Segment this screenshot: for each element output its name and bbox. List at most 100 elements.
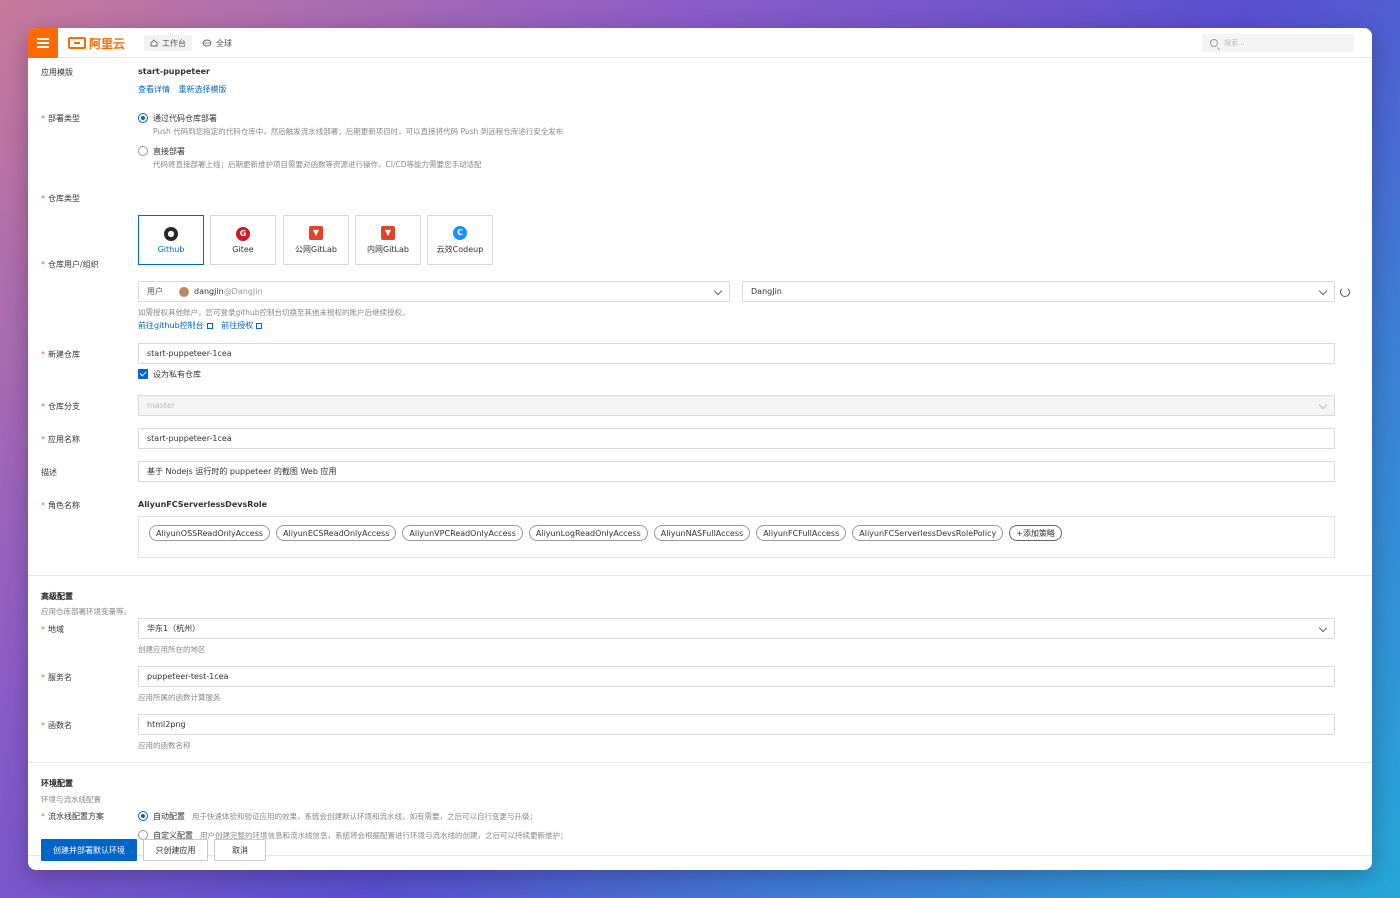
form-content: 应用模版 start-puppeteer 查看详情 重新选择模版 部署类型 通过… bbox=[28, 59, 1372, 870]
reselect-template-link[interactable]: 重新选择模版 bbox=[179, 85, 227, 94]
pipeline-label: 流水线配置方案 bbox=[41, 811, 104, 822]
gitlab-icon: ▼ bbox=[309, 225, 323, 240]
goto-authorize-text: 前往授权 bbox=[221, 321, 254, 330]
policy-tag[interactable]: AliyunECSReadOnlyAccess bbox=[276, 525, 397, 541]
private-repo-label: 设为私有仓库 bbox=[153, 370, 201, 379]
repo-user-select[interactable]: 用户 dangjin @DangJin bbox=[138, 281, 730, 302]
github-icon: ● bbox=[164, 226, 178, 241]
auto-config-desc: 用于快速体验和验证应用的效果，系统会创建默认环境和流水线，如有需要，之后可以自行… bbox=[192, 812, 537, 821]
function-value: html2png bbox=[147, 720, 186, 729]
policy-tag[interactable]: AliyunNASFullAccess bbox=[653, 525, 751, 541]
app-name-value: start-puppeteer-1cea bbox=[147, 434, 232, 443]
role-label: 角色名称 bbox=[41, 500, 80, 511]
repo-github-card[interactable]: ● Github bbox=[138, 215, 204, 265]
template-links: 查看详情 重新选择模版 bbox=[138, 84, 233, 95]
repo-org-select[interactable]: DangJin bbox=[742, 281, 1335, 302]
region-select[interactable]: 华东1（杭州） bbox=[138, 618, 1335, 639]
repo-github-label: Github bbox=[157, 244, 185, 254]
external-link-icon bbox=[256, 322, 263, 329]
create-only-button[interactable]: 只创建应用 bbox=[143, 839, 208, 861]
chevron-down-icon bbox=[1318, 286, 1328, 296]
repo-gitee-label: Gitee bbox=[232, 244, 254, 254]
deploy-type-label: 部署类型 bbox=[41, 113, 80, 124]
chevron-down-icon bbox=[1318, 623, 1328, 633]
chevron-down-icon bbox=[1318, 400, 1328, 410]
user-prefix: 用户 bbox=[147, 287, 163, 296]
home-icon bbox=[150, 39, 158, 47]
gitee-icon: G bbox=[236, 226, 250, 241]
description-label: 描述 bbox=[41, 468, 57, 477]
nav-workbench[interactable]: 工作台 bbox=[144, 35, 192, 51]
repo-gitlab-private-label: 内网GitLab bbox=[367, 244, 409, 254]
view-details-link[interactable]: 查看详情 bbox=[138, 85, 170, 94]
repo-gitee-card[interactable]: G Gitee bbox=[210, 215, 276, 265]
user-suffix: @DangJin bbox=[223, 287, 263, 296]
console-window: 阿里云 工作台 全球 搜索... 应用模版 start-puppeteer 查看… bbox=[28, 28, 1372, 870]
private-repo-checkbox[interactable] bbox=[138, 369, 148, 379]
repo-owner-links: 前往github控制台 前往授权 bbox=[138, 320, 268, 331]
codeup-icon: C bbox=[453, 225, 467, 240]
function-hint: 应用的函数名称 bbox=[138, 741, 191, 750]
function-input[interactable]: html2png bbox=[138, 714, 1335, 735]
aliyun-logo[interactable]: 阿里云 bbox=[68, 35, 125, 51]
service-input[interactable]: puppeteer-test-1cea bbox=[138, 666, 1335, 687]
cancel-button[interactable]: 取消 bbox=[214, 839, 266, 861]
app-name-label: 应用名称 bbox=[41, 434, 80, 445]
create-and-deploy-button[interactable]: 创建并部署默认环境 bbox=[41, 839, 137, 861]
app-name-input[interactable]: start-puppeteer-1cea bbox=[138, 428, 1335, 449]
policy-tag[interactable]: AliyunOSSReadOnlyAccess bbox=[149, 525, 271, 541]
menu-button[interactable] bbox=[28, 28, 58, 58]
policy-tags: AliyunOSSReadOnlyAccess AliyunECSReadOnl… bbox=[149, 525, 1062, 541]
auto-config-label: 自动配置 bbox=[153, 812, 185, 821]
external-link-icon bbox=[206, 322, 213, 329]
org-value: DangJin bbox=[751, 287, 782, 296]
repo-owner-label: 仓库用户/组织 bbox=[41, 259, 99, 270]
new-repo-label: 新建仓库 bbox=[41, 349, 80, 360]
role-value: AliyunFCServerlessDevsRole bbox=[138, 500, 268, 509]
search-placeholder: 搜索... bbox=[1224, 39, 1245, 47]
new-repo-input[interactable]: start-puppeteer-1cea bbox=[138, 343, 1335, 364]
repo-codeup-label: 云效Codeup bbox=[436, 244, 484, 254]
function-label: 函数名 bbox=[41, 720, 72, 731]
policy-tag[interactable]: AliyunFCFullAccess bbox=[756, 525, 847, 541]
goto-github-console-link[interactable]: 前往github控制台 bbox=[138, 321, 213, 330]
branch-value: master bbox=[147, 401, 176, 410]
repo-gitlab-public-label: 公网GitLab bbox=[295, 244, 337, 254]
branch-select[interactable]: master bbox=[138, 395, 1335, 416]
goto-authorize-link[interactable]: 前往授权 bbox=[221, 321, 263, 330]
service-value: puppeteer-test-1cea bbox=[147, 672, 229, 681]
aliyun-logo-icon bbox=[68, 37, 86, 49]
repo-codeup-card[interactable]: C 云效Codeup bbox=[427, 215, 493, 265]
deploy-by-repo-radio[interactable] bbox=[138, 113, 148, 123]
repo-type-label: 仓库类型 bbox=[41, 193, 80, 204]
auto-config-radio[interactable] bbox=[138, 811, 148, 821]
add-policy-button[interactable]: +添加策略 bbox=[1009, 525, 1062, 541]
advanced-title: 高级配置 bbox=[41, 592, 73, 601]
gitlab-icon: ▼ bbox=[381, 225, 395, 240]
top-bar: 阿里云 工作台 全球 搜索... bbox=[28, 28, 1372, 58]
template-label: 应用模版 bbox=[41, 68, 73, 77]
nav-workbench-label: 工作台 bbox=[162, 38, 186, 48]
policy-tag[interactable]: AliyunLogReadOnlyAccess bbox=[528, 525, 648, 541]
env-subtitle: 环境与流水线配置 bbox=[41, 795, 101, 804]
service-label: 服务名 bbox=[41, 672, 72, 683]
deploy-by-repo-desc: Push 代码到您指定的代码仓库中，然后触发流水线部署；后期更新项目时，可以直接… bbox=[153, 127, 564, 136]
repo-owner-hint: 如需授权其他账户，您可登录github控制台切换至其他未授权的账户后继续授权。 bbox=[138, 308, 410, 317]
policy-tag[interactable]: AliyunFCServerlessDevsRolePolicy bbox=[852, 525, 1004, 541]
globe-icon bbox=[202, 39, 212, 47]
policy-tag[interactable]: AliyunVPCReadOnlyAccess bbox=[402, 525, 523, 541]
description-input[interactable]: 基于 Nodejs 运行时的 puppeteer 的截图 Web 应用 bbox=[138, 461, 1335, 482]
repo-gitlab-private-card[interactable]: ▼ 内网GitLab bbox=[355, 215, 421, 265]
service-hint: 应用所属的函数计算服务 bbox=[138, 693, 221, 702]
region-label: 地域 bbox=[41, 624, 64, 635]
deploy-direct-radio[interactable] bbox=[138, 146, 148, 156]
hamburger-icon bbox=[37, 38, 49, 48]
refresh-icon[interactable] bbox=[1340, 287, 1350, 297]
search-input[interactable]: 搜索... bbox=[1202, 34, 1354, 52]
policy-box: AliyunOSSReadOnlyAccess AliyunECSReadOnl… bbox=[138, 516, 1335, 558]
region-value: 华东1（杭州） bbox=[147, 624, 201, 633]
repo-gitlab-public-card[interactable]: ▼ 公网GitLab bbox=[283, 215, 349, 265]
nav-global[interactable]: 全球 bbox=[196, 35, 238, 51]
deploy-direct-desc: 代码将直接部署上线；后期更新维护项目需要对函数等资源进行操作，CI/CD等能力需… bbox=[153, 160, 482, 169]
divider bbox=[28, 575, 1372, 576]
